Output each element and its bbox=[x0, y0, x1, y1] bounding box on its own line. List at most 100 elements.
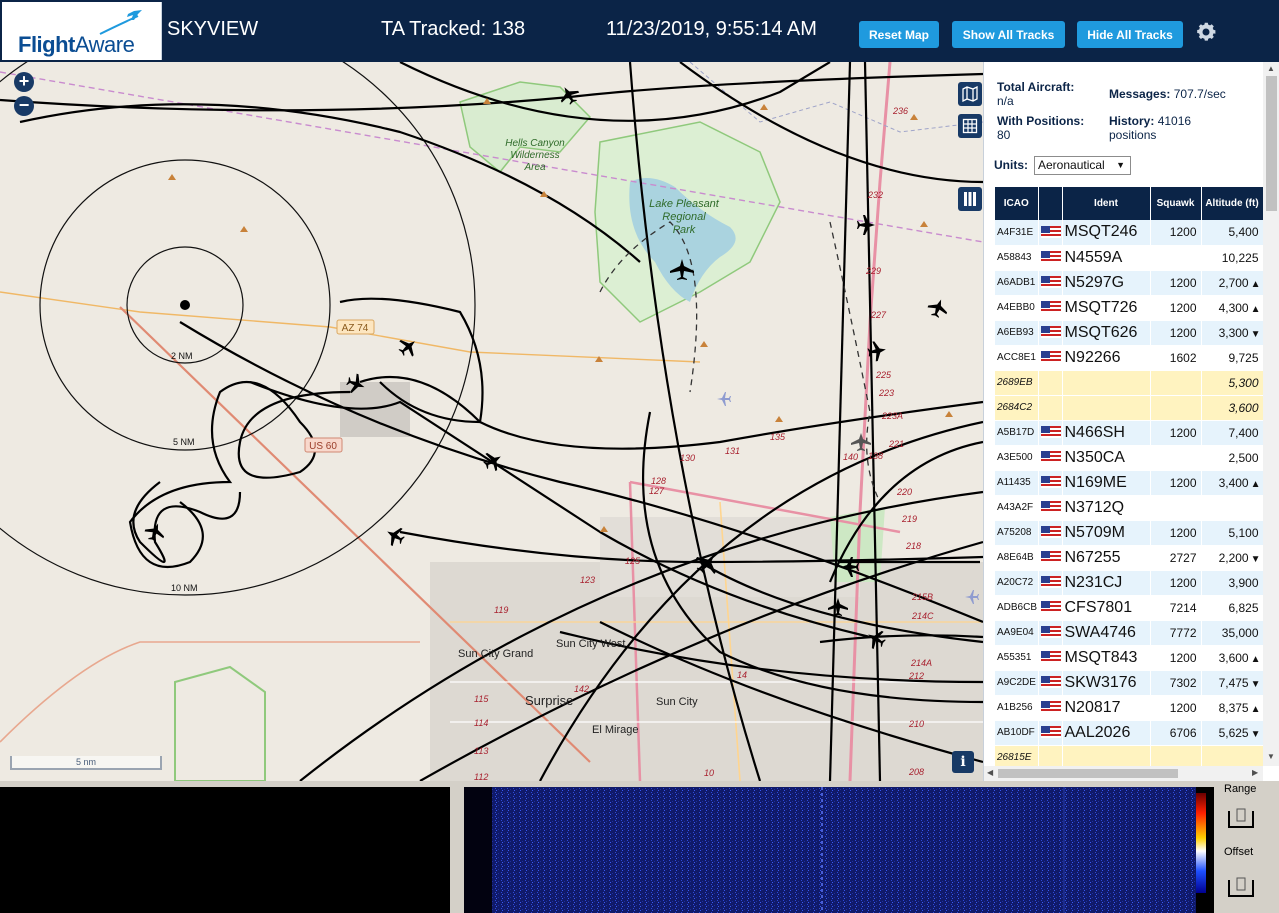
range-label-2nm: 2 NM bbox=[171, 351, 193, 361]
table-row[interactable]: AB10DF AAL2026 6706 5,625 ▼ bbox=[995, 720, 1263, 746]
table-row[interactable]: A55351 MSQT843 1200 3,600 ▲ bbox=[995, 645, 1263, 671]
map-layers-button[interactable] bbox=[958, 82, 982, 106]
cell-flag bbox=[1038, 370, 1063, 396]
vertical-scrollbar[interactable]: ▲ ▼ bbox=[1263, 62, 1279, 766]
aircraft-icon[interactable] bbox=[382, 523, 408, 549]
table-row[interactable]: ACC8E1 N92266 1602 9,725 bbox=[995, 345, 1263, 371]
aircraft-icon[interactable] bbox=[857, 215, 875, 235]
cell-altitude: 35,000 bbox=[1201, 620, 1263, 646]
cell-flag bbox=[1038, 495, 1063, 521]
table-row[interactable]: A11435 N169ME 1200 3,400 ▲ bbox=[995, 470, 1263, 496]
col-header-flag[interactable] bbox=[1038, 187, 1063, 220]
reset-map-button[interactable]: Reset Map bbox=[859, 21, 939, 48]
table-row[interactable]: A3E500 N350CA 2,500 bbox=[995, 445, 1263, 471]
aircraft-icon[interactable] bbox=[926, 296, 951, 320]
cell-altitude: 3,300 ▼ bbox=[1201, 320, 1263, 346]
altitude-trend-icon: ▼ bbox=[1250, 553, 1261, 565]
svg-text:123: 123 bbox=[580, 575, 595, 585]
cell-flag bbox=[1038, 695, 1063, 721]
table-row[interactable]: ADB6CB CFS7801 7214 6,825 bbox=[995, 595, 1263, 621]
info-button[interactable]: i bbox=[952, 751, 974, 773]
grid-toggle-button[interactable] bbox=[958, 114, 982, 138]
altitude-value: 5,400 bbox=[1228, 225, 1259, 240]
ground-aircraft-icon[interactable] bbox=[717, 392, 731, 406]
table-row[interactable]: A43A2F N3712Q bbox=[995, 495, 1263, 521]
horizontal-scrollbar[interactable]: ◀ ▶ bbox=[984, 766, 1263, 781]
table-row[interactable]: A6ADB1 N5297G 1200 2,700 ▲ bbox=[995, 270, 1263, 296]
cell-flag bbox=[1038, 445, 1063, 471]
svg-text:125: 125 bbox=[625, 556, 641, 566]
show-all-tracks-button[interactable]: Show All Tracks bbox=[952, 21, 1065, 48]
table-row[interactable]: A58843 N4559A 10,225 bbox=[995, 245, 1263, 271]
us-flag-icon bbox=[1040, 526, 1061, 539]
h-scrollbar-thumb[interactable] bbox=[998, 769, 1178, 778]
column-toggle-button[interactable] bbox=[958, 187, 982, 211]
col-header-squawk[interactable]: Squawk bbox=[1150, 187, 1202, 220]
svg-text:208: 208 bbox=[908, 767, 924, 777]
altitude-value: 7,475 bbox=[1218, 675, 1249, 690]
cell-ident: N4559A bbox=[1062, 245, 1151, 271]
mlat-aircraft-icon[interactable] bbox=[851, 433, 871, 451]
table-row[interactable]: A6EB93 MSQT626 1200 3,300 ▼ bbox=[995, 320, 1263, 346]
scroll-up-icon[interactable]: ▲ bbox=[1267, 64, 1275, 73]
map-view[interactable]: Hells Canyon Wilderness Area Lake Pleasa… bbox=[0, 62, 983, 781]
scroll-down-icon[interactable]: ▼ bbox=[1267, 752, 1275, 761]
cell-squawk: 2727 bbox=[1150, 545, 1202, 571]
us-flag-icon bbox=[1040, 501, 1061, 514]
hide-all-tracks-button[interactable]: Hide All Tracks bbox=[1077, 21, 1183, 48]
altitude-value: 2,200 bbox=[1218, 550, 1249, 565]
cell-altitude: 2,200 ▼ bbox=[1201, 545, 1263, 571]
table-row[interactable]: A8E64B N67255 2727 2,200 ▼ bbox=[995, 545, 1263, 571]
table-row[interactable]: A20C72 N231CJ 1200 3,900 bbox=[995, 570, 1263, 596]
cell-ident: MSQT843 bbox=[1062, 645, 1151, 671]
us-flag-icon bbox=[1040, 651, 1061, 664]
svg-text:127: 127 bbox=[649, 486, 665, 496]
cell-altitude: 3,900 bbox=[1201, 570, 1263, 596]
cell-flag bbox=[1038, 620, 1063, 646]
altitude-value: 2,500 bbox=[1228, 450, 1259, 465]
altitude-value: 35,000 bbox=[1221, 625, 1259, 640]
stat-history: History: 41016 positions bbox=[1109, 114, 1259, 142]
splitter[interactable] bbox=[450, 787, 464, 913]
table-row[interactable]: 26815E bbox=[995, 745, 1263, 767]
table-row[interactable]: A4F31E MSQT246 1200 5,400 bbox=[995, 220, 1263, 246]
table-row[interactable]: AA9E04 SWA4746 7772 35,000 bbox=[995, 620, 1263, 646]
gear-icon[interactable] bbox=[1194, 20, 1218, 44]
scrollbar-thumb[interactable] bbox=[1266, 76, 1277, 211]
zoom-in-button[interactable]: + bbox=[14, 72, 34, 92]
scroll-right-icon[interactable]: ▶ bbox=[1252, 768, 1258, 777]
cell-flag bbox=[1038, 420, 1063, 446]
offset-slider[interactable] bbox=[1227, 876, 1255, 898]
cell-icao: A5B17D bbox=[995, 420, 1039, 446]
table-row[interactable]: A5B17D N466SH 1200 7,400 bbox=[995, 420, 1263, 446]
table-row[interactable]: 2684C2 3,600 bbox=[995, 395, 1263, 421]
cell-squawk: 1602 bbox=[1150, 345, 1202, 371]
cell-altitude: 8,375 ▲ bbox=[1201, 695, 1263, 721]
col-header-altitude[interactable]: Altitude (ft) bbox=[1201, 187, 1263, 220]
cell-icao: 2689EB bbox=[995, 370, 1039, 396]
table-row[interactable]: A1B256 N20817 1200 8,375 ▲ bbox=[995, 695, 1263, 721]
cell-icao: A20C72 bbox=[995, 570, 1039, 596]
site-name: SKYVIEW bbox=[167, 18, 259, 40]
units-select[interactable]: Aeronautical bbox=[1034, 156, 1131, 175]
aircraft-icon[interactable] bbox=[395, 334, 422, 361]
table-row[interactable]: A75208 N5709M 1200 5,100 bbox=[995, 520, 1263, 546]
table-row[interactable]: A4EBB0 MSQT726 1200 4,300 ▲ bbox=[995, 295, 1263, 321]
table-row[interactable]: 2689EB 5,300 bbox=[995, 370, 1263, 396]
cell-squawk: 1200 bbox=[1150, 270, 1202, 296]
svg-text:225: 225 bbox=[875, 370, 892, 380]
table-row[interactable]: A9C2DE SKW3176 7302 7,475 ▼ bbox=[995, 670, 1263, 696]
col-header-icao[interactable]: ICAO bbox=[995, 187, 1039, 220]
svg-text:128: 128 bbox=[651, 476, 666, 486]
scroll-left-icon[interactable]: ◀ bbox=[987, 768, 993, 777]
altitude-value: 5,300 bbox=[1228, 375, 1259, 390]
cell-ident: N169ME bbox=[1062, 470, 1151, 496]
label-hells-canyon-1: Hells Canyon bbox=[505, 138, 565, 149]
range-slider[interactable] bbox=[1227, 807, 1255, 829]
flightaware-logo[interactable]: FlightAware bbox=[2, 2, 162, 60]
zoom-out-button[interactable]: − bbox=[14, 96, 34, 116]
range-label-10nm: 10 NM bbox=[171, 583, 198, 593]
cell-icao: A6ADB1 bbox=[995, 270, 1039, 296]
us-flag-icon bbox=[1040, 626, 1061, 639]
col-header-ident[interactable]: Ident bbox=[1062, 187, 1151, 220]
